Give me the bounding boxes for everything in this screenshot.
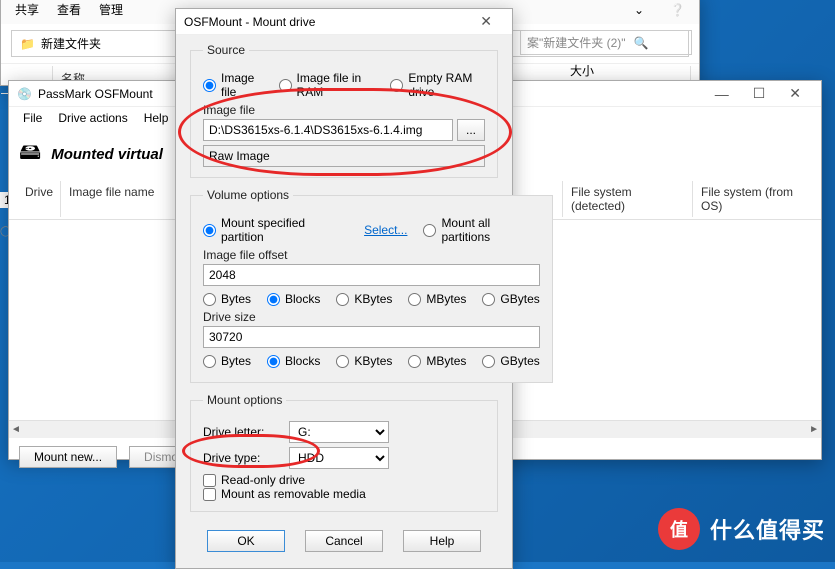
col-fs-detected[interactable]: File system (detected) [563, 181, 693, 217]
dialog-title: OSFMount - Mount drive [184, 15, 315, 29]
col-drive[interactable]: Drive [17, 181, 61, 217]
watermark-text: 什么值得买 [710, 513, 825, 545]
readonly-checkbox[interactable]: Read-only drive [203, 473, 485, 487]
radio-empty-ram[interactable]: Empty RAM drive [390, 71, 485, 99]
drive-letter-label: Drive letter: [203, 425, 273, 439]
search-input[interactable]: 案"新建文件夹 (2)" 🔍 [520, 30, 692, 55]
drive-letter-select[interactable]: G: [289, 421, 389, 443]
source-group: Source Image file Image file in RAM Empt… [190, 43, 498, 178]
size-mbytes[interactable]: MBytes [408, 354, 466, 368]
toolbar-share[interactable]: 共享 [15, 1, 39, 18]
offset-input[interactable] [203, 264, 540, 286]
drive-type-select[interactable]: HDD [289, 447, 389, 469]
offset-label: Image file offset [203, 248, 540, 262]
mount-options-group: Mount options Drive letter: G: Drive typ… [190, 393, 498, 512]
radio-mount-specified[interactable]: Mount specified partition [203, 216, 348, 244]
search-placeholder: 案"新建文件夹 (2)" [527, 34, 626, 51]
offset-mbytes[interactable]: MBytes [408, 292, 466, 306]
volume-group: Volume options Mount specified partition… [190, 188, 553, 383]
col-fs-os[interactable]: File system (from OS) [693, 181, 813, 217]
select-partition-link[interactable]: Select... [364, 223, 407, 237]
col-size[interactable]: 大小 [570, 62, 594, 79]
breadcrumb-text: 新建文件夹 [41, 35, 101, 52]
size-bytes[interactable]: Bytes [203, 354, 251, 368]
offset-bytes[interactable]: Bytes [203, 292, 251, 306]
removable-checkbox[interactable]: Mount as removable media [203, 487, 485, 501]
menu-drive-actions[interactable]: Drive actions [52, 109, 133, 127]
dialog-close-button[interactable]: ✕ [468, 11, 504, 32]
drive-type-label: Drive type: [203, 451, 273, 465]
minimize-button[interactable]: — [703, 84, 741, 104]
mount-new-button[interactable]: Mount new... [19, 446, 117, 468]
maximize-button[interactable]: ☐ [741, 83, 778, 104]
help-button[interactable]: Help [403, 530, 481, 552]
ok-button[interactable]: OK [207, 530, 285, 552]
image-file-label: Image file [203, 103, 485, 117]
volume-legend: Volume options [203, 188, 293, 202]
watermark-icon: 值 [658, 508, 700, 550]
image-type-field [203, 145, 485, 167]
radio-image-file[interactable]: Image file [203, 71, 263, 99]
browse-button[interactable]: ... [457, 119, 485, 141]
toolbar-manage[interactable]: 管理 [99, 1, 123, 18]
size-gbytes[interactable]: GBytes [482, 354, 539, 368]
menu-file[interactable]: File [17, 109, 48, 127]
search-icon: 🔍 [634, 36, 649, 50]
size-kbytes[interactable]: KBytes [336, 354, 392, 368]
offset-gbytes[interactable]: GBytes [482, 292, 539, 306]
app-icon: 💿 [17, 87, 32, 101]
drive-icon: 🖴 [19, 135, 41, 173]
menu-help[interactable]: Help [138, 109, 175, 127]
radio-mount-all[interactable]: Mount all partitions [423, 216, 539, 244]
size-blocks[interactable]: Blocks [267, 354, 320, 368]
radio-image-ram[interactable]: Image file in RAM [279, 71, 375, 99]
close-button[interactable]: ✕ [777, 83, 813, 104]
mount-dialog: OSFMount - Mount drive ✕ Source Image fi… [175, 8, 513, 569]
offset-blocks[interactable]: Blocks [267, 292, 320, 306]
image-path-input[interactable] [203, 119, 453, 141]
offset-kbytes[interactable]: KBytes [336, 292, 392, 306]
size-input[interactable] [203, 326, 540, 348]
help-icon[interactable]: ❔ [670, 3, 685, 17]
mount-legend: Mount options [203, 393, 286, 407]
size-label: Drive size [203, 310, 540, 324]
chevron-down-icon[interactable]: ⌄ [634, 3, 644, 17]
folder-icon: 📁 [20, 37, 35, 51]
toolbar-view[interactable]: 查看 [57, 1, 81, 18]
watermark: 值 什么值得买 [658, 508, 825, 550]
heading: Mounted virtual [51, 146, 163, 163]
window-title: PassMark OSFMount [38, 87, 153, 101]
source-legend: Source [203, 43, 249, 57]
cancel-button[interactable]: Cancel [305, 530, 383, 552]
